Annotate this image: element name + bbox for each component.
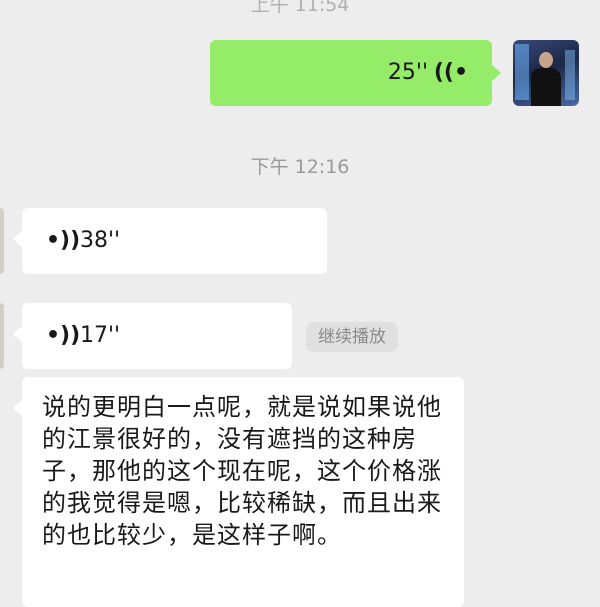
timestamp-mid: 下午 12:16 xyxy=(250,156,350,178)
voice-wave-icon: ((• xyxy=(433,60,468,85)
avatar[interactable] xyxy=(513,40,579,106)
voice-transcript-text[interactable]: 说的更明白一点呢，就是说如果说他的江景很好的，没有遮挡的这种房子，那他的这个现在… xyxy=(13,377,464,607)
bubble-tail xyxy=(13,230,23,248)
voice-wave-icon: •)) xyxy=(46,228,81,253)
timestamp-top: 上午 11:54 xyxy=(250,0,350,16)
bubble-tail xyxy=(491,64,501,82)
continue-playing-button[interactable]: 继续播放 xyxy=(306,322,398,352)
voice-duration: 17'' xyxy=(80,323,121,348)
voice-message-incoming[interactable]: •)) 38'' xyxy=(13,208,327,274)
voice-message-incoming[interactable]: •)) 17'' xyxy=(13,303,292,369)
bubble-tail xyxy=(13,399,23,417)
avatar-image-detail xyxy=(539,52,553,68)
avatar-image-detail xyxy=(565,50,575,100)
avatar[interactable] xyxy=(0,208,4,274)
voice-message-outgoing[interactable]: 25'' ((• xyxy=(210,40,501,106)
voice-duration: 25'' xyxy=(387,60,428,85)
bubble-tail xyxy=(13,325,23,343)
voice-duration: 38'' xyxy=(80,228,121,253)
avatar-image-detail xyxy=(515,44,529,100)
voice-wave-icon: •)) xyxy=(46,323,81,348)
avatar-image-detail xyxy=(531,68,561,106)
message-text: 说的更明白一点呢，就是说如果说他的江景很好的，没有遮挡的这种房子，那他的这个现在… xyxy=(42,393,442,549)
avatar[interactable] xyxy=(0,303,4,369)
